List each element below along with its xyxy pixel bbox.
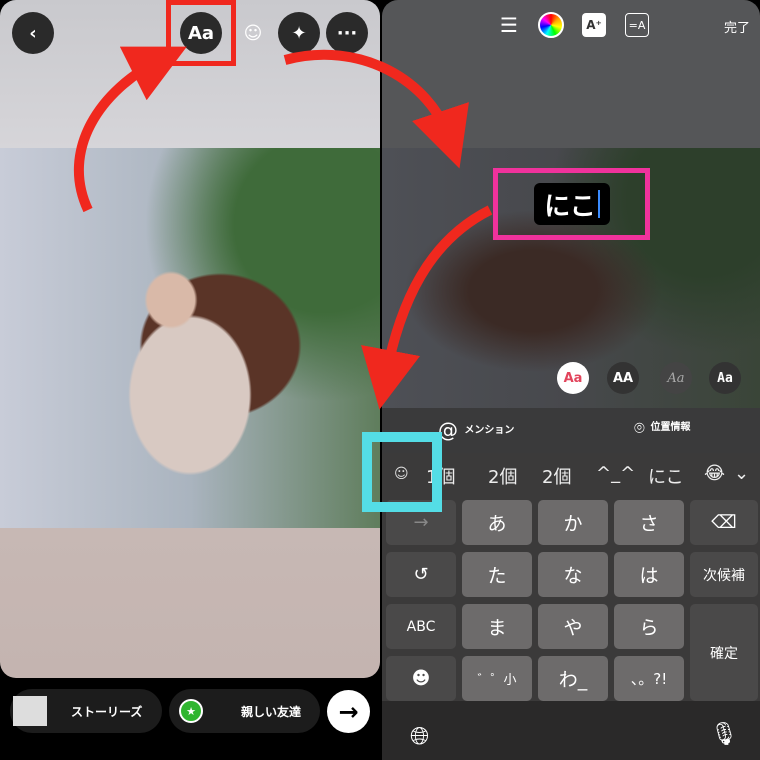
arrow-up [73,46,187,213]
arrow-right [283,49,469,169]
annotation-arrows [73,46,493,410]
arrow-down [361,205,493,410]
